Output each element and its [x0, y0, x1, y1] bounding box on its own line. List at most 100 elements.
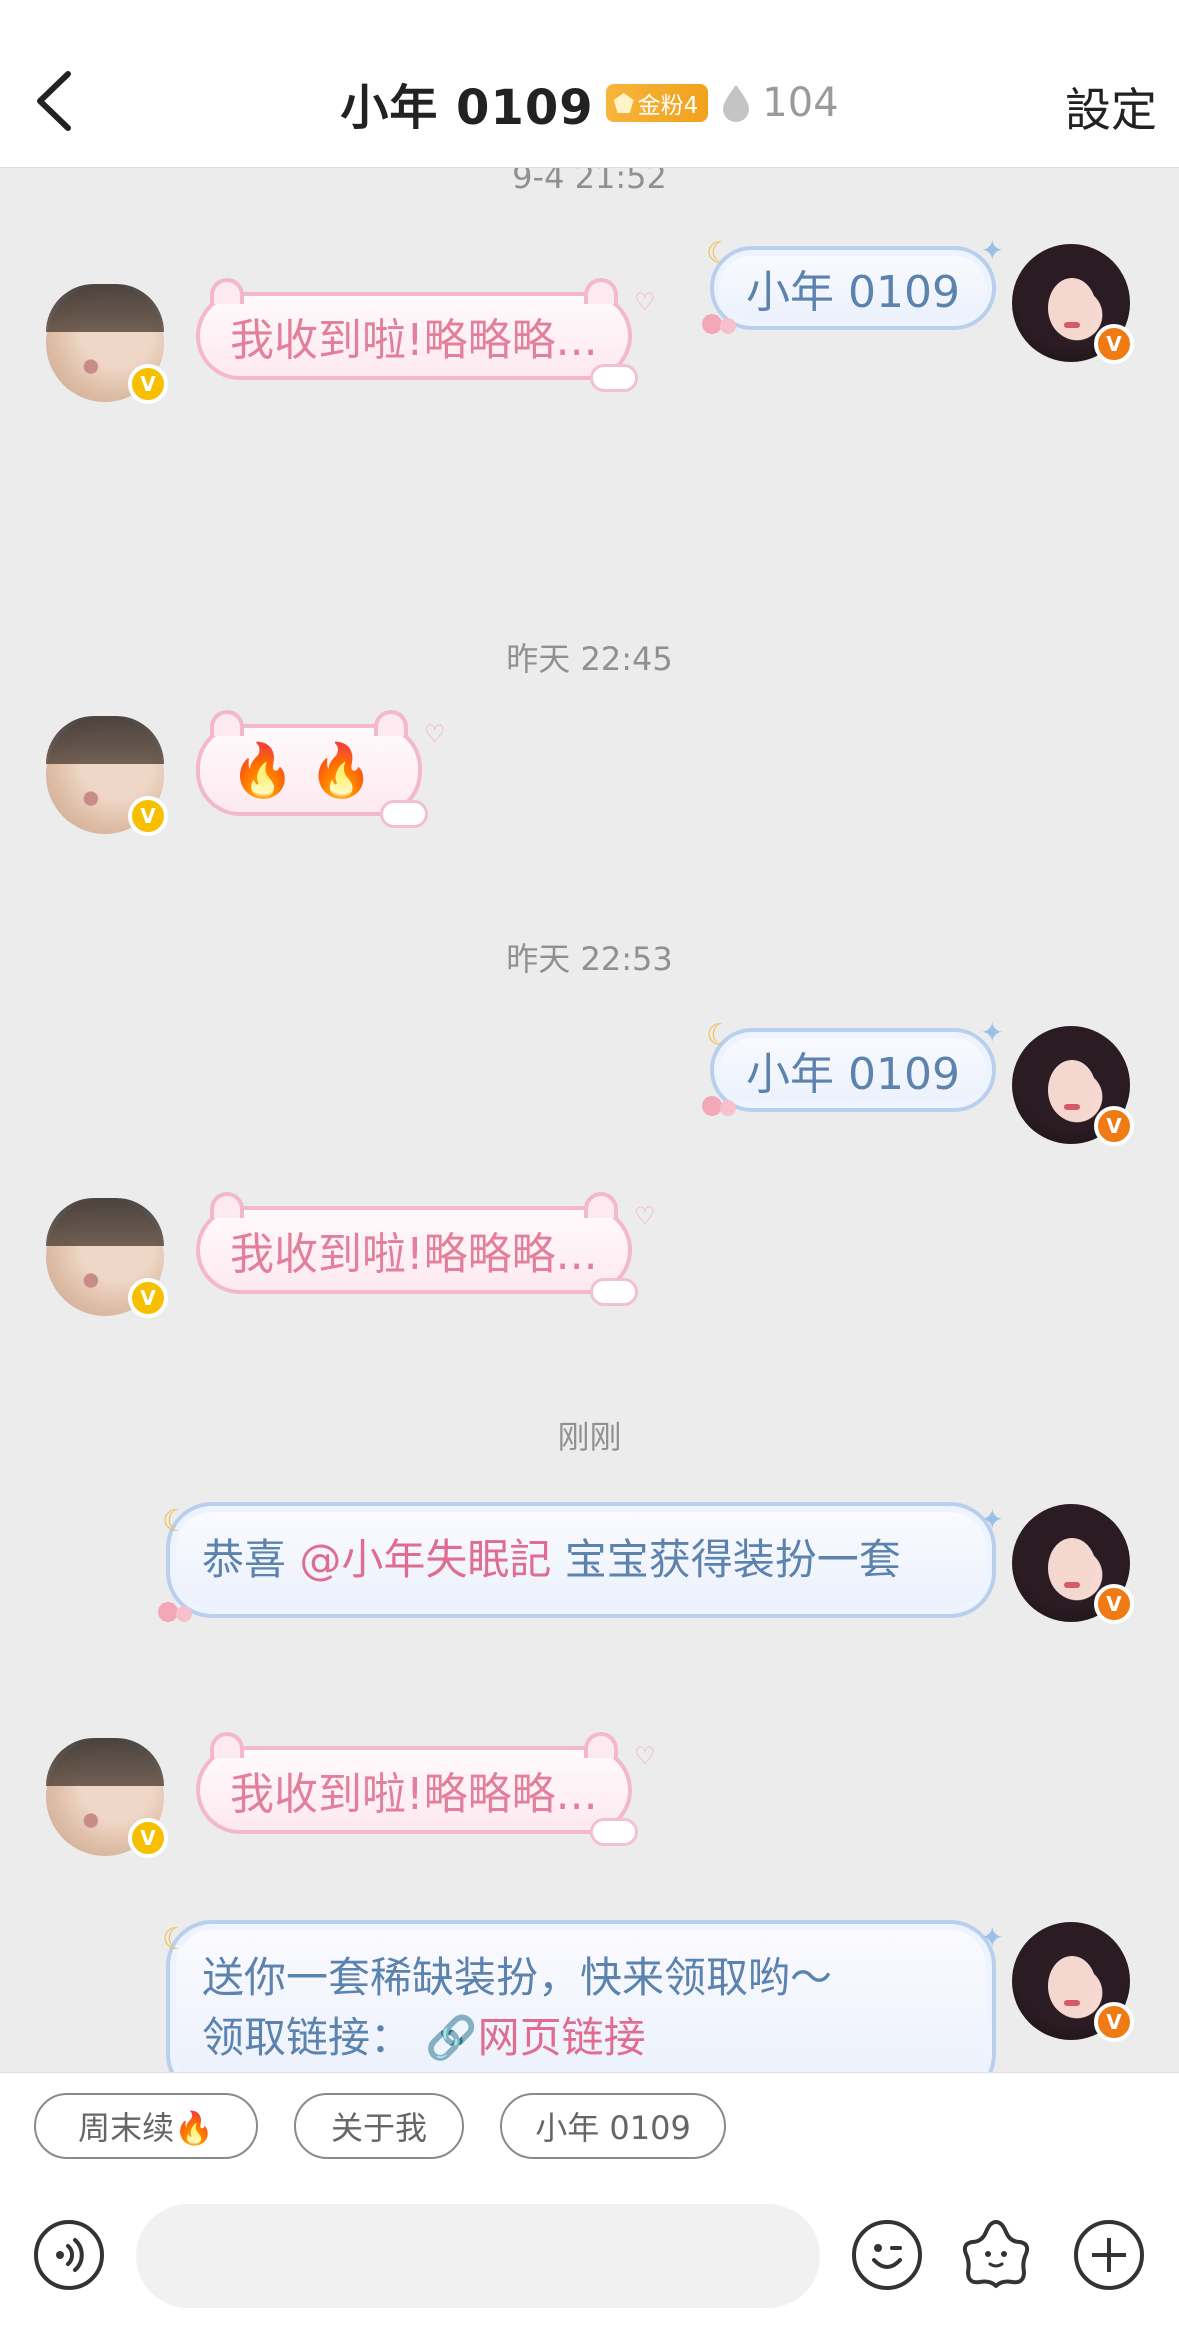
settings-button[interactable]: 設定	[1065, 74, 1157, 140]
avatar-hair	[46, 1198, 164, 1246]
message-bubble-incoming[interactable]: ♡ 我收到啦!略略略...	[196, 278, 656, 392]
avatar-lips	[1064, 1104, 1080, 1110]
bow-icon: ✦	[980, 1016, 1004, 1049]
bow-icon: ✦	[980, 234, 1004, 267]
message-text: 我收到啦!略略略...	[230, 315, 598, 366]
message-text: 小年 0109	[746, 1049, 960, 1100]
cloud-icon	[589, 364, 638, 392]
message-text-post: 宝宝获得装扮一套	[564, 1535, 901, 1584]
heart-icon: ♡	[634, 1202, 656, 1230]
flower-icon	[702, 1096, 737, 1116]
quick-reply-chip[interactable]: 周末续🔥	[34, 2093, 258, 2159]
avatar-hair	[46, 716, 164, 764]
message-bubble-outgoing[interactable]: ☾ ✦ 送你一套稀缺装扮，快来领取哟～ 领取链接： 🔗网页链接	[162, 1920, 1004, 2072]
fire-emoji: 🔥	[230, 740, 295, 801]
message-bubble-incoming[interactable]: ♡ 🔥 🔥	[196, 710, 446, 828]
avatar-self[interactable]: V	[1012, 1922, 1134, 2042]
bear-ear-left	[210, 1732, 244, 1758]
bow-icon: ✦	[980, 1503, 1004, 1536]
avatar-lips	[1064, 2000, 1080, 2006]
verified-icon: V	[1094, 324, 1134, 364]
fire-emoji: 🔥	[308, 740, 374, 801]
gem-icon	[613, 93, 634, 113]
heart-icon: ♡	[634, 288, 656, 316]
cloud-icon	[589, 1278, 638, 1306]
verified-icon: V	[1094, 2002, 1134, 2042]
avatar-other[interactable]: V	[46, 284, 168, 404]
avatar-face	[1048, 1538, 1096, 1598]
chat-title: 小年 0109	[340, 80, 594, 136]
verified-icon: V	[1094, 1106, 1134, 1146]
avatar-self[interactable]: V	[1012, 1504, 1134, 1624]
message-bubble-outgoing[interactable]: ☾ ✦ 恭喜 @小年失眠記 宝宝获得装扮一套	[158, 1502, 1004, 1622]
message-input[interactable]	[136, 2204, 820, 2308]
drop-icon	[723, 85, 750, 122]
message-bubble-incoming[interactable]: ♡ 我收到啦!略略略...	[196, 1192, 656, 1306]
verified-icon: V	[1094, 1584, 1134, 1624]
message-bubble-incoming[interactable]: ♡ 我收到啦!略略略...	[196, 1732, 656, 1846]
mention-link[interactable]: @小年失眠記	[299, 1535, 551, 1584]
drop-counter: 104	[720, 80, 839, 126]
link-label: 领取链接：	[202, 2013, 413, 2062]
plus-button[interactable]	[1074, 2220, 1144, 2290]
smiley-icon	[872, 2244, 902, 2269]
avatar-face	[1048, 1060, 1096, 1120]
chat-header: 小年 0109 金粉4 104 設定	[0, 0, 1179, 168]
verified-icon: V	[128, 796, 168, 836]
quick-reply-chip[interactable]: 关于我	[294, 2093, 464, 2159]
verified-icon: V	[128, 1818, 168, 1858]
bear-ear-left	[210, 710, 244, 736]
sticker-button[interactable]	[958, 2216, 1034, 2292]
avatar-other[interactable]: V	[46, 716, 168, 836]
avatar-face	[1048, 1956, 1096, 2016]
avatar-self[interactable]: V	[1012, 244, 1134, 364]
timestamp: 9-4 21:52	[512, 168, 667, 196]
bear-ear-right	[373, 710, 408, 736]
message-bubble-outgoing[interactable]: ☾ ✦ 小年 0109	[702, 1016, 1004, 1116]
emoji-button[interactable]	[852, 2220, 922, 2290]
bear-ear-left	[210, 278, 244, 304]
message-bubble-outgoing[interactable]: ☾ ✦ 小年 0109	[702, 234, 1004, 334]
avatar-other[interactable]: V	[46, 1198, 168, 1318]
fan-level-badge: 金粉4	[605, 84, 709, 122]
voice-input-button[interactable]	[34, 2220, 104, 2290]
message-text-line1: 送你一套稀缺装扮，快来领取哟～	[202, 1953, 833, 2002]
avatar-hair	[46, 284, 164, 332]
message-text: 我收到啦!略略略...	[230, 1229, 598, 1280]
avatar-lips	[1064, 322, 1080, 328]
message-input-bar	[0, 2180, 1179, 2344]
cloud-icon	[379, 800, 428, 828]
message-text-pre: 恭喜	[202, 1535, 287, 1584]
moon-icon: ☾	[706, 236, 733, 271]
fan-level-label: 金粉4	[637, 93, 699, 119]
bear-ear-left	[210, 1192, 244, 1218]
bear-ear-right	[583, 1192, 618, 1218]
cloud-icon	[589, 1818, 638, 1846]
bow-icon: ✦	[980, 1921, 1004, 1954]
flower-icon	[702, 314, 737, 334]
heart-icon: ♡	[423, 720, 446, 748]
voice-icon	[56, 2238, 84, 2272]
message-text: 我收到啦!略略略...	[230, 1769, 598, 1820]
message-link-line: 领取链接： 🔗网页链接	[202, 2008, 960, 2068]
timestamp: 昨天 22:53	[506, 940, 673, 978]
message-text: 小年 0109	[746, 267, 960, 318]
chat-message-list[interactable]: 9-4 21:52 ☾ ✦ 小年 0109 V V ♡ 我收到啦!略略略... …	[0, 168, 1179, 2072]
avatar-hair	[46, 1738, 164, 1786]
timestamp: 昨天 22:45	[506, 640, 673, 678]
timestamp: 刚刚	[557, 1418, 622, 1456]
quick-reply-bar: 周末续🔥 关于我 小年 0109	[0, 2072, 1179, 2180]
avatar-other[interactable]: V	[46, 1738, 168, 1858]
flower-icon	[158, 1602, 192, 1622]
bear-ear-right	[583, 278, 618, 304]
avatar-self[interactable]: V	[1012, 1026, 1134, 1146]
moon-icon: ☾	[162, 1922, 189, 1957]
verified-icon: V	[128, 364, 168, 404]
web-link[interactable]: 🔗网页链接	[425, 2013, 645, 2062]
avatar-lips	[1064, 1582, 1080, 1588]
quick-reply-chip[interactable]: 小年 0109	[500, 2093, 726, 2159]
moon-icon: ☾	[706, 1018, 733, 1053]
verified-icon: V	[128, 1278, 168, 1318]
avatar-face	[1048, 278, 1096, 338]
web-link-text: 网页链接	[477, 2013, 646, 2062]
